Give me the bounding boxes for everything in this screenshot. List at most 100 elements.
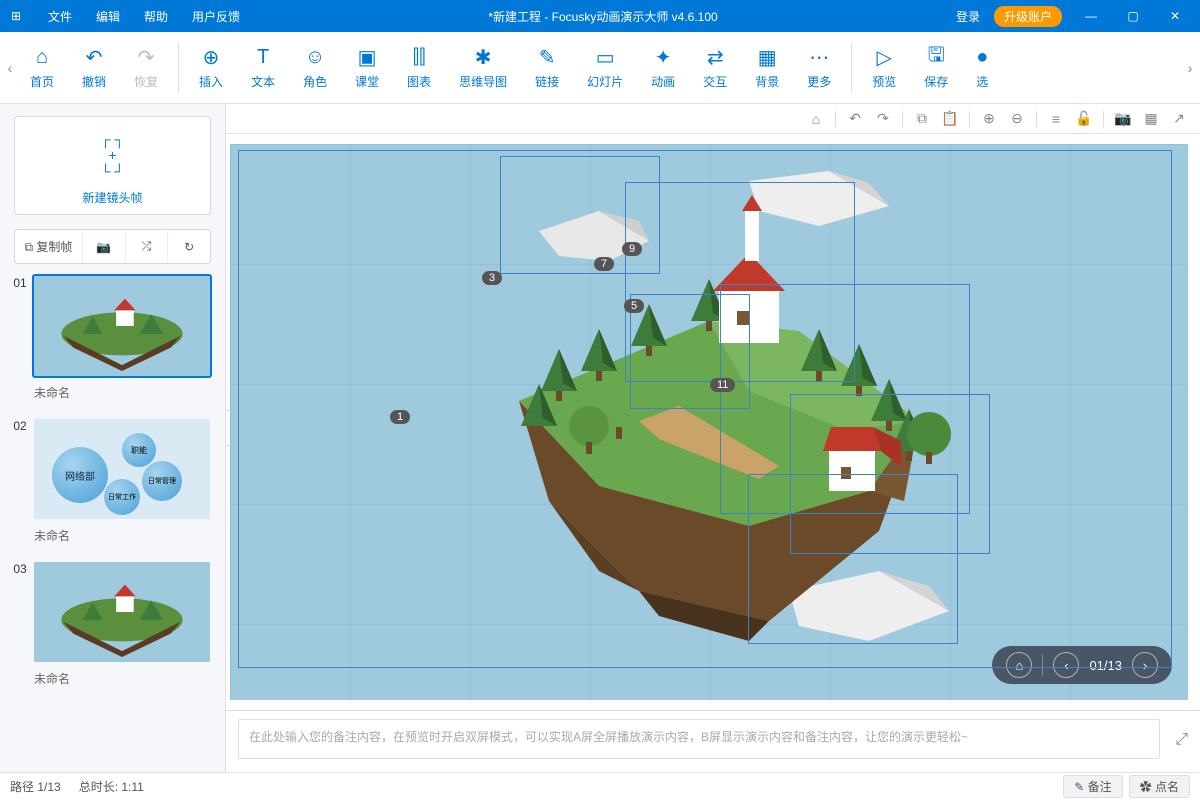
notes-panel: 在此处输入您的备注内容，在预览时开启双屏模式，可以实现A屏全屏播放演示内容，B屏… <box>226 710 1200 772</box>
canvas-tool-button[interactable]: ▦ <box>1140 108 1162 130</box>
canvas-tool-button[interactable]: ⊖ <box>1006 108 1028 130</box>
canvas-tool-button[interactable]: ≡ <box>1045 108 1067 130</box>
notes-expand-icon[interactable]: ⤢ <box>1175 731 1188 749</box>
minimize-button[interactable]: — <box>1070 0 1112 32</box>
camera-button[interactable]: 📷 <box>83 232 126 262</box>
slide-title: 未命名 <box>8 521 217 546</box>
ribbon-动画[interactable]: ✦动画 <box>637 32 689 103</box>
课堂-icon: ▣ <box>358 45 377 69</box>
status-duration: 总时长: 1:11 <box>79 778 144 795</box>
ribbon-文本[interactable]: T文本 <box>237 32 289 103</box>
ribbon-插入[interactable]: ⊕插入 <box>185 32 237 103</box>
slide-number: 03 <box>8 560 32 576</box>
ribbon-角色[interactable]: ☺角色 <box>289 32 341 103</box>
恢复-icon: ↷ <box>138 45 155 69</box>
插入-icon: ⊕ <box>203 45 220 69</box>
ribbon-scroll-right[interactable]: › <box>1184 60 1196 76</box>
canvas-stage[interactable]: ⌂ ‹ 01/13 › 1357911 <box>230 144 1188 700</box>
status-path: 路径 1/13 <box>10 778 61 795</box>
canvas-toolbar: ⌂ ↶ ↷ ⧉ 📋 ⊕ ⊖ ≡ 🔓 📷 ▦ ↗ <box>226 104 1200 134</box>
ribbon-更多[interactable]: ⋯更多 <box>793 32 845 103</box>
refresh-button[interactable]: ↻ <box>168 232 210 262</box>
swap-button[interactable]: ⤮ <box>126 231 169 262</box>
ribbon-图表[interactable]: ⫿⫿图表 <box>393 32 445 103</box>
保存-icon: 🖫 <box>928 45 945 69</box>
首页-icon: ⌂ <box>36 45 48 69</box>
frame-marker[interactable]: 7 <box>594 257 614 271</box>
文本-icon: T <box>257 45 269 69</box>
ribbon-选[interactable]: ●选 <box>962 32 1002 103</box>
notes-input[interactable]: 在此处输入您的备注内容，在预览时开启双屏模式，可以实现A屏全屏播放演示内容，B屏… <box>238 719 1160 759</box>
slide-title: 未命名 <box>8 664 217 689</box>
动画-icon: ✦ <box>655 45 672 69</box>
ribbon-课堂[interactable]: ▣课堂 <box>341 32 393 103</box>
new-frame-label: 新建镜头帧 <box>15 189 210 206</box>
ribbon-幻灯片[interactable]: ▭幻灯片 <box>573 32 637 103</box>
new-frame-button[interactable]: ┌ ┐ + └ ┘ 新建镜头帧 <box>14 116 211 215</box>
crosshair-plus-icon: ┌ ┐ + └ ┘ <box>15 131 210 179</box>
copy-frame-button[interactable]: ⧉ 复制帧 <box>15 230 83 263</box>
menu-file[interactable]: 文件 <box>40 4 80 29</box>
ribbon-交互[interactable]: ⇄交互 <box>689 32 741 103</box>
canvas-tool-button[interactable]: 📋 <box>939 108 961 130</box>
ribbon-背景[interactable]: ▦背景 <box>741 32 793 103</box>
选-icon: ● <box>976 45 988 69</box>
ribbon-思维导图[interactable]: ✱思维导图 <box>445 32 521 103</box>
角色-icon: ☺ <box>305 45 325 69</box>
ribbon-scroll-left[interactable]: ‹ <box>4 60 16 76</box>
slide-title: 未命名 <box>8 378 217 403</box>
canvas-tool-button[interactable]: ↗ <box>1168 108 1190 130</box>
slide-number: 01 <box>8 274 32 290</box>
menu-edit[interactable]: 编辑 <box>88 4 128 29</box>
思维导图-icon: ✱ <box>475 45 492 69</box>
图表-icon: ⫿⫿ <box>413 45 426 69</box>
ribbon-toolbar: ‹ ⌂首页↶撤销↷恢复⊕插入T文本☺角色▣课堂⫿⫿图表✱思维导图✎链接▭幻灯片✦… <box>0 32 1200 104</box>
canvas-tool-button[interactable]: ↶ <box>844 108 866 130</box>
frame-marker[interactable]: 11 <box>710 378 735 392</box>
menu-help[interactable]: 帮助 <box>136 4 176 29</box>
canvas-tool-button[interactable]: 🔓 <box>1073 108 1095 130</box>
slide-thumbnail[interactable] <box>32 274 212 378</box>
slide-number: 02 <box>8 417 32 433</box>
链接-icon: ✎ <box>539 45 556 69</box>
maximize-button[interactable]: ▢ <box>1112 0 1154 32</box>
slides-sidebar: ┌ ┐ + └ ┘ 新建镜头帧 ⧉ 复制帧 📷 ⤮ ↻ 01 未命名 02网络部职能… <box>0 104 226 772</box>
frame-marker[interactable]: 5 <box>624 299 644 313</box>
app-logo-icon: ⊞ <box>0 9 32 23</box>
status-rollcall-button[interactable]: ✿ 点名 <box>1129 775 1190 798</box>
幻灯片-icon: ▭ <box>596 45 615 69</box>
window-title: *新建工程 - Focusky动画演示大师 v4.6.100 <box>256 8 950 25</box>
slide-thumbnail[interactable] <box>32 560 212 664</box>
背景-icon: ▦ <box>758 45 777 69</box>
slide-thumbnail[interactable]: 网络部职能日常管理日常工作 <box>32 417 212 521</box>
更多-icon: ⋯ <box>809 45 829 69</box>
ribbon-首页[interactable]: ⌂首页 <box>16 32 68 103</box>
frame-marker[interactable]: 3 <box>482 271 502 285</box>
login-link[interactable]: 登录 <box>950 6 986 27</box>
camera-frame[interactable] <box>500 156 660 274</box>
ribbon-撤销[interactable]: ↶撤销 <box>68 32 120 103</box>
menu-feedback[interactable]: 用户反馈 <box>184 4 248 29</box>
status-bar: 路径 1/13 总时长: 1:11 ✎ 备注 ✿ 点名 <box>0 772 1200 800</box>
frame-marker[interactable]: 9 <box>622 242 642 256</box>
canvas-area: ⌂↶↷⧉📋⊕⊖≡🔓📷▦↗ ‹ ⌂ ‹ 01/13 › 1357911 在此 <box>226 104 1200 772</box>
canvas-tool-button[interactable]: ⊕ <box>978 108 1000 130</box>
upgrade-button[interactable]: 升级账户 <box>994 6 1062 27</box>
ribbon-预览[interactable]: ▷预览 <box>858 32 910 103</box>
slide-ops-toolbar: ⧉ 复制帧 📷 ⤮ ↻ <box>14 229 211 264</box>
camera-frame[interactable] <box>748 474 958 644</box>
撤销-icon: ↶ <box>86 45 103 69</box>
close-button[interactable]: ✕ <box>1154 0 1196 32</box>
预览-icon: ▷ <box>877 45 892 69</box>
camera-frame[interactable] <box>630 294 750 409</box>
canvas-tool-button[interactable]: ⧉ <box>911 108 933 130</box>
frame-marker[interactable]: 1 <box>390 410 410 424</box>
title-bar: ⊞ 文件 编辑 帮助 用户反馈 *新建工程 - Focusky动画演示大师 v4… <box>0 0 1200 32</box>
ribbon-链接[interactable]: ✎链接 <box>521 32 573 103</box>
status-notes-button[interactable]: ✎ 备注 <box>1063 775 1122 798</box>
ribbon-恢复[interactable]: ↷恢复 <box>120 32 172 103</box>
canvas-tool-button[interactable]: 📷 <box>1112 108 1134 130</box>
ribbon-保存[interactable]: 🖫保存 <box>910 32 962 103</box>
canvas-tool-button[interactable]: ⌂ <box>805 108 827 130</box>
canvas-tool-button[interactable]: ↷ <box>872 108 894 130</box>
